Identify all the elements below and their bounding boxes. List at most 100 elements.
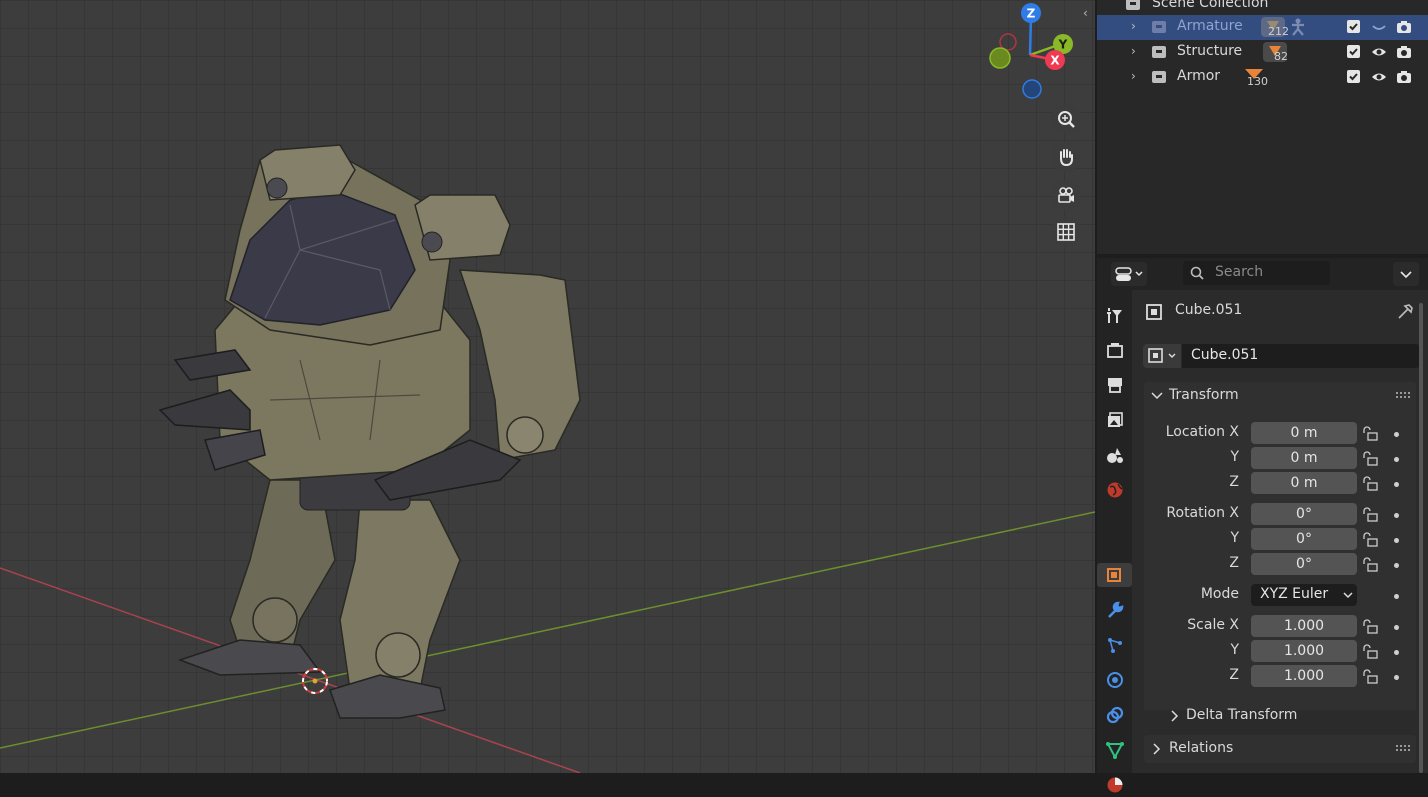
object-name-field[interactable]: Cube.051 — [1182, 344, 1420, 368]
properties-editor: Search Cube.051 Cube.051 Transform Locat… — [1097, 258, 1428, 793]
tab-data[interactable] — [1103, 738, 1127, 762]
delta-transform-label: Delta Transform — [1186, 707, 1298, 723]
keyframe-dot-icon[interactable] — [1394, 457, 1399, 462]
armature-icon — [1292, 18, 1304, 36]
expand-chevron-icon[interactable]: › — [1131, 19, 1136, 33]
object-icon — [1106, 568, 1121, 582]
grid-icon[interactable] — [1051, 217, 1081, 247]
tab-material[interactable] — [1103, 773, 1127, 797]
lock-icon[interactable] — [1362, 450, 1378, 466]
datablock-browse-button[interactable] — [1143, 344, 1181, 368]
keyframe-dot-icon[interactable] — [1394, 513, 1399, 518]
outliner-row-armor[interactable]: › Armor 130 — [1097, 65, 1428, 90]
editor-type-dropdown[interactable] — [1111, 262, 1147, 286]
keyframe-dot-icon[interactable] — [1394, 538, 1399, 543]
keyframe-dot-icon[interactable] — [1394, 594, 1399, 599]
chevron-down-icon — [1343, 592, 1353, 599]
neg-z-handle — [1022, 79, 1042, 99]
transform-panel-header[interactable]: Transform — [1144, 382, 1416, 410]
properties-header: Search — [1097, 258, 1428, 290]
keyframe-dot-icon[interactable] — [1394, 650, 1399, 655]
lock-icon[interactable] — [1362, 668, 1378, 684]
material-icon — [1107, 777, 1123, 793]
zoom-icon[interactable] — [1051, 104, 1081, 134]
options-dropdown[interactable] — [1393, 262, 1419, 286]
keyframe-dot-icon[interactable] — [1394, 625, 1399, 630]
location-x-field[interactable]: 0 m — [1251, 422, 1357, 444]
rotation-z-field[interactable]: 0° — [1251, 553, 1357, 575]
tab-scene[interactable] — [1103, 443, 1127, 467]
lock-icon[interactable] — [1362, 556, 1378, 572]
tab-world[interactable] — [1103, 478, 1127, 502]
rotation-y-field[interactable]: 0° — [1251, 528, 1357, 550]
tab-tool[interactable] — [1103, 303, 1127, 327]
tab-particles[interactable] — [1103, 633, 1127, 657]
object-icon — [1148, 348, 1176, 363]
expand-chevron-icon[interactable]: › — [1131, 44, 1136, 58]
tab-render[interactable] — [1103, 338, 1127, 362]
eye-icon[interactable] — [1370, 69, 1388, 85]
relations-panel-header[interactable]: Relations — [1144, 735, 1416, 763]
scale-y-field[interactable]: 1.000 — [1251, 640, 1357, 662]
tab-modifiers[interactable] — [1103, 598, 1127, 622]
outliner-row-armature[interactable]: › Armature 212 — [1097, 15, 1428, 40]
tab-output[interactable] — [1103, 373, 1127, 397]
outliner-row-structure[interactable]: › Structure 82 — [1097, 40, 1428, 65]
scene-icon — [1107, 448, 1123, 463]
location-z-field[interactable]: 0 m — [1251, 472, 1357, 494]
expand-chevron-icon[interactable]: › — [1131, 69, 1136, 83]
scale-z-field[interactable]: 1.000 — [1251, 665, 1357, 687]
drag-handle-icon[interactable] — [1396, 745, 1412, 753]
chevron-down-icon — [1400, 271, 1412, 279]
include-checkbox[interactable] — [1347, 20, 1360, 33]
search-field[interactable]: Search — [1183, 261, 1330, 285]
collection-icon — [1152, 21, 1166, 33]
location-y-label: Y — [1230, 449, 1239, 465]
tab-view-layer[interactable] — [1103, 408, 1127, 432]
render-camera-icon[interactable] — [1395, 44, 1413, 60]
lock-icon[interactable] — [1362, 506, 1378, 522]
rotation-x-field[interactable]: 0° — [1251, 503, 1357, 525]
row-count: 212 — [1268, 25, 1289, 38]
keyframe-dot-icon[interactable] — [1394, 563, 1399, 568]
eye-closed-icon[interactable] — [1370, 19, 1388, 35]
tab-physics[interactable] — [1103, 668, 1127, 692]
lock-icon[interactable] — [1362, 618, 1378, 634]
camera-icon[interactable] — [1051, 180, 1081, 210]
scale-z-label: Z — [1229, 667, 1239, 683]
lock-icon[interactable] — [1362, 475, 1378, 491]
outliner: Scene Collection › Armature 212 › Struct… — [1097, 0, 1428, 254]
keyframe-dot-icon[interactable] — [1394, 432, 1399, 437]
render-camera-icon[interactable] — [1395, 69, 1413, 85]
pin-icon[interactable] — [1397, 302, 1415, 320]
3d-viewport[interactable]: Z Y X ‹ — [0, 0, 1095, 773]
y-axis-line — [0, 511, 1095, 749]
navigation-gizmo[interactable]: Z Y X — [985, 0, 1075, 105]
world-icon — [1107, 482, 1123, 498]
mesh-data-icon — [1106, 742, 1124, 760]
scale-x-field[interactable]: 1.000 — [1251, 615, 1357, 637]
lock-icon[interactable] — [1362, 531, 1378, 547]
svg-text:Z: Z — [1027, 7, 1036, 21]
hand-pan-icon[interactable] — [1051, 142, 1081, 172]
keyframe-dot-icon[interactable] — [1394, 482, 1399, 487]
collection-icon — [1126, 0, 1140, 10]
eye-icon[interactable] — [1370, 44, 1388, 60]
properties-scrollbar[interactable] — [1419, 303, 1423, 773]
tab-object[interactable] — [1097, 563, 1132, 587]
sidebar-toggle-icon[interactable]: ‹ — [1083, 6, 1088, 20]
drag-handle-icon[interactable] — [1396, 392, 1412, 400]
keyframe-dot-icon[interactable] — [1394, 675, 1399, 680]
include-checkbox[interactable] — [1347, 45, 1360, 58]
rotation-mode-select[interactable]: XYZ Euler — [1251, 584, 1357, 606]
location-y-field[interactable]: 0 m — [1251, 447, 1357, 469]
include-checkbox[interactable] — [1347, 70, 1360, 83]
panel-title: Transform — [1169, 387, 1239, 403]
lock-icon[interactable] — [1362, 643, 1378, 659]
lock-icon[interactable] — [1362, 425, 1378, 441]
render-camera-icon[interactable] — [1395, 19, 1413, 35]
panel-title: Relations — [1169, 740, 1234, 756]
rotation-x-label: Rotation X — [1166, 505, 1239, 521]
tab-constraints[interactable] — [1103, 703, 1127, 727]
delta-transform-subpanel[interactable]: Delta Transform — [1144, 704, 1416, 728]
